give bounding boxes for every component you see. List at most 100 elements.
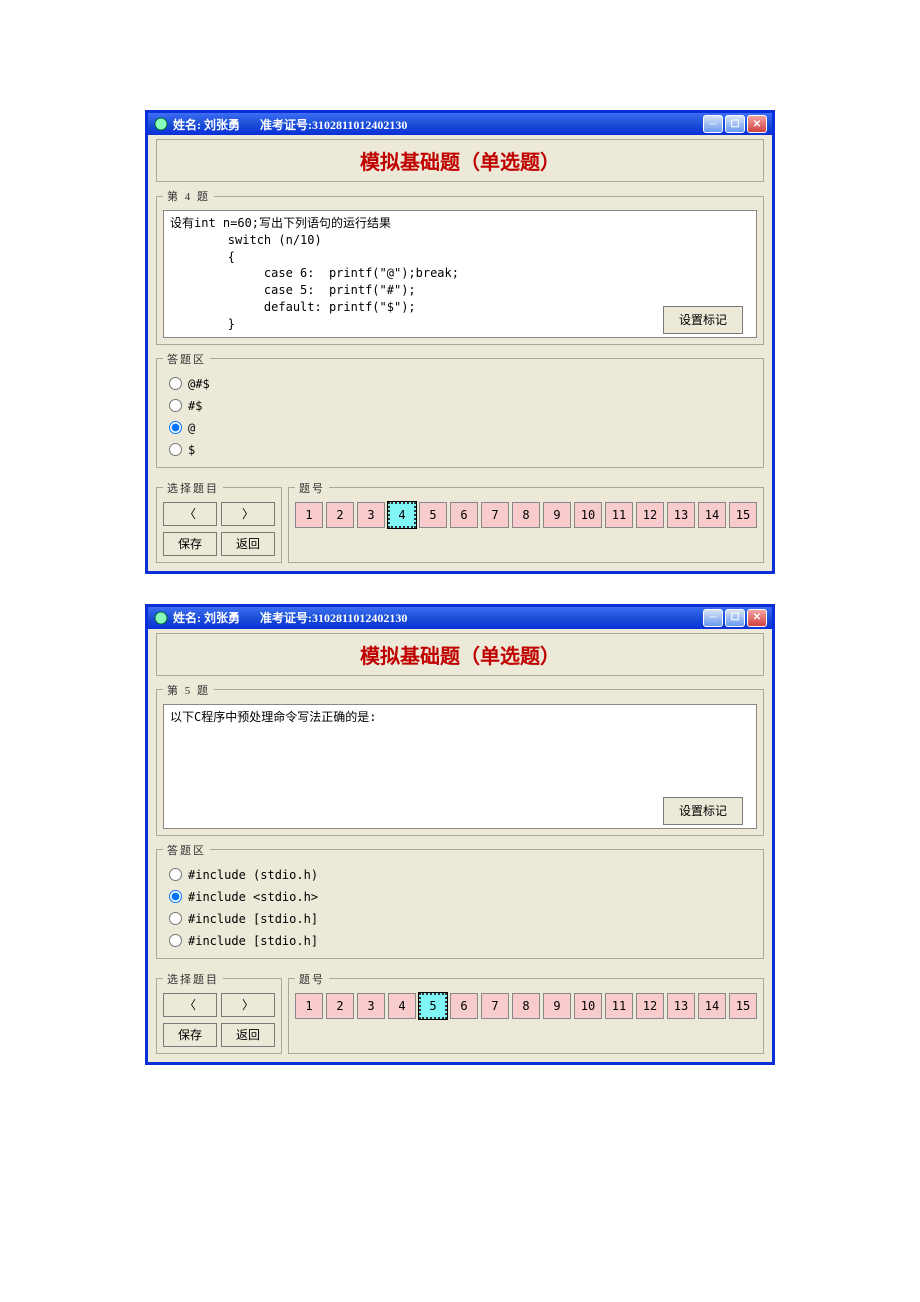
titlebar-text: 姓名: 刘张勇 准考证号:3102811012402130 [173,609,703,626]
exam-window-2: www.bdocx.com 姓名: 刘张勇 准考证号:3102811012402… [145,604,775,1065]
question-number-button[interactable]: 4 [388,502,416,528]
maximize-button[interactable]: ☐ [725,115,745,133]
question-number-button[interactable]: 13 [667,993,695,1019]
save-button[interactable]: 保存 [163,1023,217,1047]
option-label: #$ [188,399,202,413]
question-number-button[interactable]: 12 [636,502,664,528]
nav-fieldset: 选择题目 〈 〉 保存 返回 [156,480,282,563]
answer-option[interactable]: @#$ [163,373,757,395]
question-number-button[interactable]: 6 [450,993,478,1019]
question-number-button[interactable]: 8 [512,502,540,528]
option-label: #include <stdio.h> [188,890,318,904]
question-fieldset: 第 4 题 设有int n=60;写出下列语句的运行结果 switch (n/1… [156,188,764,345]
radio-input[interactable] [169,377,182,390]
question-number-button[interactable]: 7 [481,502,509,528]
radio-input[interactable] [169,890,182,903]
radio-input[interactable] [169,421,182,434]
answer-fieldset: 答题区 @#$ #$ @ $ [156,351,764,468]
question-number-button[interactable]: 15 [729,993,757,1019]
titlebar: 姓名: 刘张勇 准考证号:3102811012402130 ─ ☐ ✕ [148,607,772,629]
window-controls: ─ ☐ ✕ [703,609,767,627]
page-title: 模拟基础题（单选题） [156,633,764,676]
close-button[interactable]: ✕ [747,115,767,133]
radio-input[interactable] [169,934,182,947]
question-number-button[interactable]: 5 [419,502,447,528]
question-legend: 第 4 题 [163,188,214,204]
option-label: $ [188,443,195,457]
number-legend: 题号 [295,480,329,496]
prev-button[interactable]: 〈 [163,993,217,1017]
window-controls: ─ ☐ ✕ [703,115,767,133]
question-number-button[interactable]: 10 [574,502,602,528]
option-label: @ [188,421,195,435]
back-button[interactable]: 返回 [221,1023,275,1047]
question-number-button[interactable]: 13 [667,502,695,528]
mark-button[interactable]: 设置标记 [663,797,743,825]
question-legend: 第 5 题 [163,682,214,698]
question-number-button[interactable]: 11 [605,993,633,1019]
titlebar-text: 姓名: 刘张勇 准考证号:3102811012402130 [173,116,703,133]
save-button[interactable]: 保存 [163,532,217,556]
answer-option[interactable]: #$ [163,395,757,417]
next-button[interactable]: 〉 [221,993,275,1017]
close-button[interactable]: ✕ [747,609,767,627]
prev-button[interactable]: 〈 [163,502,217,526]
question-fieldset: 第 5 题 以下C程序中预处理命令写法正确的是: 设置标记 [156,682,764,836]
number-legend: 题号 [295,971,329,987]
question-number-button[interactable]: 10 [574,993,602,1019]
question-number-button[interactable]: 2 [326,502,354,528]
next-button[interactable]: 〉 [221,502,275,526]
question-number-button[interactable]: 2 [326,993,354,1019]
maximize-button[interactable]: ☐ [725,609,745,627]
question-number-button[interactable]: 8 [512,993,540,1019]
question-number-button[interactable]: 14 [698,502,726,528]
radio-input[interactable] [169,868,182,881]
select-legend: 选择题目 [163,480,223,496]
radio-input[interactable] [169,399,182,412]
answer-option[interactable]: @ [163,417,757,439]
answer-fieldset: 答题区 #include (stdio.h) #include <stdio.h>… [156,842,764,959]
option-label: #include (stdio.h) [188,868,318,882]
question-number-button[interactable]: 9 [543,502,571,528]
answer-option[interactable]: $ [163,439,757,461]
answer-option[interactable]: #include (stdio.h) [163,864,757,886]
question-number-button[interactable]: 7 [481,993,509,1019]
question-number-button[interactable]: 6 [450,502,478,528]
answer-option[interactable]: #include <stdio.h> [163,886,757,908]
back-button[interactable]: 返回 [221,532,275,556]
question-number-button[interactable]: 9 [543,993,571,1019]
nav-fieldset: 选择题目 〈 〉 保存 返回 [156,971,282,1054]
question-number-button[interactable]: 3 [357,993,385,1019]
option-label: #include [stdio.h] [188,934,318,948]
page-title: 模拟基础题（单选题） [156,139,764,182]
option-label: @#$ [188,377,210,391]
app-icon [153,610,169,626]
minimize-button[interactable]: ─ [703,609,723,627]
question-number-button[interactable]: 4 [388,993,416,1019]
question-number-button[interactable]: 12 [636,993,664,1019]
question-number-button[interactable]: 5 [419,993,447,1019]
mark-button[interactable]: 设置标记 [663,306,743,334]
radio-input[interactable] [169,443,182,456]
exam-window-1: 姓名: 刘张勇 准考证号:3102811012402130 ─ ☐ ✕ 模拟基础… [145,110,775,574]
content-area: 模拟基础题（单选题） 第 4 题 设有int n=60;写出下列语句的运行结果 … [148,135,772,571]
app-icon [153,116,169,132]
question-number-button[interactable]: 11 [605,502,633,528]
question-number-button[interactable]: 14 [698,993,726,1019]
answer-option[interactable]: #include [stdio.h] [163,908,757,930]
answer-option[interactable]: #include [stdio.h] [163,930,757,952]
select-legend: 选择题目 [163,971,223,987]
minimize-button[interactable]: ─ [703,115,723,133]
question-number-button[interactable]: 1 [295,502,323,528]
titlebar: 姓名: 刘张勇 准考证号:3102811012402130 ─ ☐ ✕ [148,113,772,135]
content-area: 模拟基础题（单选题） 第 5 题 以下C程序中预处理命令写法正确的是: 设置标记… [148,629,772,1062]
answer-legend: 答题区 [163,842,210,858]
answer-legend: 答题区 [163,351,210,367]
question-number-button[interactable]: 1 [295,993,323,1019]
question-number-button[interactable]: 15 [729,502,757,528]
number-fieldset: 题号 123456789101112131415 [288,480,764,563]
number-fieldset: 题号 123456789101112131415 [288,971,764,1054]
question-number-button[interactable]: 3 [357,502,385,528]
option-label: #include [stdio.h] [188,912,318,926]
radio-input[interactable] [169,912,182,925]
